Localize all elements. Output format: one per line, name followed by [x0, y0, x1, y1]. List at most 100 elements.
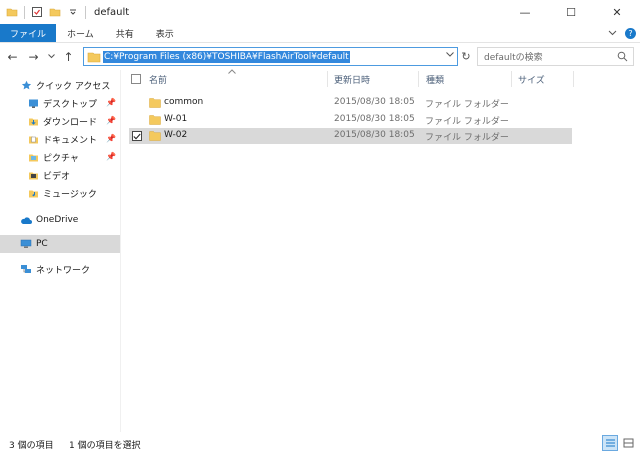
file-name[interactable]: W-02 [164, 130, 187, 140]
sidebar-item-downloads[interactable]: ダウンロード 📌 [0, 112, 120, 130]
cloud-icon [20, 214, 32, 226]
star-icon [20, 79, 32, 91]
forward-arrow-icon[interactable]: → [25, 48, 42, 65]
sidebar-item-label: クイック アクセス [36, 81, 111, 92]
sidebar-item-desktop[interactable]: デスクトップ 📌 [0, 94, 120, 112]
sidebar-item-label: PC [36, 239, 48, 249]
status-bar: 3 個の項目 1 個の項目を選択 [0, 432, 640, 454]
download-folder-icon [27, 115, 39, 127]
recent-locations-icon[interactable] [46, 48, 56, 65]
sidebar-item-label: ダウンロード [43, 117, 98, 128]
computer-icon [20, 238, 32, 250]
help-icon[interactable]: ? [625, 28, 636, 39]
sidebar-item-documents[interactable]: ドキュメント 📌 [0, 130, 120, 148]
file-date: 2015/08/30 18:05 [334, 97, 415, 107]
sidebar-item-label: ドキュメント [43, 135, 98, 146]
file-row-w01[interactable]: W-01 2015/08/30 18:05 ファイル フォルダー [129, 112, 572, 128]
address-dropdown-icon[interactable] [446, 50, 454, 59]
search-input[interactable]: defaultの検索 [477, 47, 634, 66]
column-separator[interactable] [327, 71, 328, 87]
file-type: ファイル フォルダー [425, 117, 509, 127]
refresh-icon[interactable]: ↻ [459, 49, 473, 63]
sidebar-item-pc[interactable]: PC [0, 235, 120, 253]
music-folder-icon [27, 187, 39, 199]
sort-ascending-icon [228, 67, 236, 76]
file-name[interactable]: common [164, 97, 203, 107]
column-header-date[interactable]: 更新日時 [334, 73, 370, 86]
navigation-pane: クイック アクセス デスクトップ 📌 ダウンロード 📌 ドキュメント 📌 ピクチ… [0, 70, 120, 432]
up-arrow-icon[interactable]: ↑ [60, 48, 77, 65]
documents-folder-icon [27, 133, 39, 145]
file-date: 2015/08/30 18:05 [334, 114, 415, 124]
folder-icon [149, 115, 161, 125]
tab-home[interactable]: ホーム [56, 24, 105, 42]
quick-access-toolbar [0, 0, 92, 24]
ribbon-tabs: ファイル ホーム 共有 表示 ? [0, 24, 640, 43]
column-separator[interactable] [511, 71, 512, 87]
address-bar[interactable]: C:¥Program Files (x86)¥TOSHIBA¥FlashAirT… [83, 47, 458, 66]
folder-icon [87, 52, 101, 62]
file-list: 名前 更新日時 種類 サイズ common 2015/08/30 18:05 フ… [121, 67, 640, 432]
sidebar-item-label: OneDrive [36, 215, 79, 225]
back-arrow-icon[interactable]: ← [4, 48, 21, 65]
sidebar-item-label: ネットワーク [36, 265, 91, 276]
file-name[interactable]: W-01 [164, 114, 187, 124]
pin-icon[interactable]: 📌 [106, 152, 116, 161]
search-icon[interactable] [617, 51, 628, 65]
title-bar: default — ☐ ✕ [0, 0, 640, 24]
column-separator[interactable] [418, 71, 419, 87]
sidebar-item-label: ビデオ [43, 171, 71, 182]
sidebar-item-label: デスクトップ [43, 99, 98, 110]
properties-icon[interactable] [31, 6, 43, 18]
minimize-button[interactable]: — [502, 0, 548, 24]
folder-icon [6, 6, 18, 18]
column-header-type[interactable]: 種類 [426, 73, 444, 86]
pin-icon[interactable]: 📌 [106, 98, 116, 107]
folder-icon [149, 131, 161, 141]
address-path[interactable]: C:¥Program Files (x86)¥TOSHIBA¥FlashAirT… [103, 50, 350, 63]
toolbar-separator [85, 5, 86, 19]
sidebar-item-label: ピクチャ [43, 153, 79, 164]
window-title: default [94, 6, 130, 18]
sidebar-item-network[interactable]: ネットワーク [0, 260, 120, 278]
column-header-size[interactable]: サイズ [518, 73, 545, 86]
file-row-w02[interactable]: W-02 2015/08/30 18:05 ファイル フォルダー [129, 128, 572, 144]
pin-icon[interactable]: 📌 [106, 134, 116, 143]
sidebar-item-videos[interactable]: ビデオ [0, 166, 120, 184]
column-separator[interactable] [573, 71, 574, 87]
file-date: 2015/08/30 18:05 [334, 130, 415, 140]
file-type: ファイル フォルダー [425, 100, 509, 110]
desktop-folder-icon [27, 97, 39, 109]
window-controls: — ☐ ✕ [502, 0, 640, 24]
column-header-name[interactable]: 名前 [149, 73, 167, 86]
ribbon-right-controls: ? [608, 24, 636, 43]
select-all-checkbox[interactable] [131, 74, 141, 84]
navigation-bar: ← → ↑ C:¥Program Files (x86)¥TOSHIBA¥Fla… [0, 44, 640, 69]
search-placeholder: defaultの検索 [484, 53, 543, 63]
maximize-button[interactable]: ☐ [548, 0, 594, 24]
network-icon [20, 263, 32, 275]
expand-ribbon-icon[interactable] [608, 29, 617, 39]
new-folder-icon[interactable] [49, 6, 61, 18]
details-view-icon[interactable] [602, 435, 618, 451]
view-toggle [602, 435, 636, 451]
toolbar-separator [24, 5, 25, 19]
sidebar-item-onedrive[interactable]: OneDrive [0, 211, 120, 229]
large-icons-view-icon[interactable] [620, 435, 636, 451]
file-type: ファイル フォルダー [425, 133, 509, 143]
pin-icon[interactable]: 📌 [106, 116, 116, 125]
file-row-common[interactable]: common 2015/08/30 18:05 ファイル フォルダー [129, 95, 572, 111]
sidebar-item-music[interactable]: ミュージック [0, 184, 120, 202]
sidebar-item-quick-access[interactable]: クイック アクセス [0, 76, 120, 94]
close-button[interactable]: ✕ [594, 0, 640, 24]
pictures-folder-icon [27, 151, 39, 163]
tab-view[interactable]: 表示 [145, 24, 185, 42]
customize-toolbar-icon[interactable] [67, 6, 79, 18]
column-header-row: 名前 更新日時 種類 サイズ [121, 67, 640, 88]
sidebar-item-label: ミュージック [43, 189, 97, 200]
row-checkbox[interactable] [132, 131, 142, 141]
tab-share[interactable]: 共有 [105, 24, 145, 42]
tab-file[interactable]: ファイル [0, 24, 57, 42]
sidebar-item-pictures[interactable]: ピクチャ 📌 [0, 148, 120, 166]
videos-folder-icon [27, 169, 39, 181]
